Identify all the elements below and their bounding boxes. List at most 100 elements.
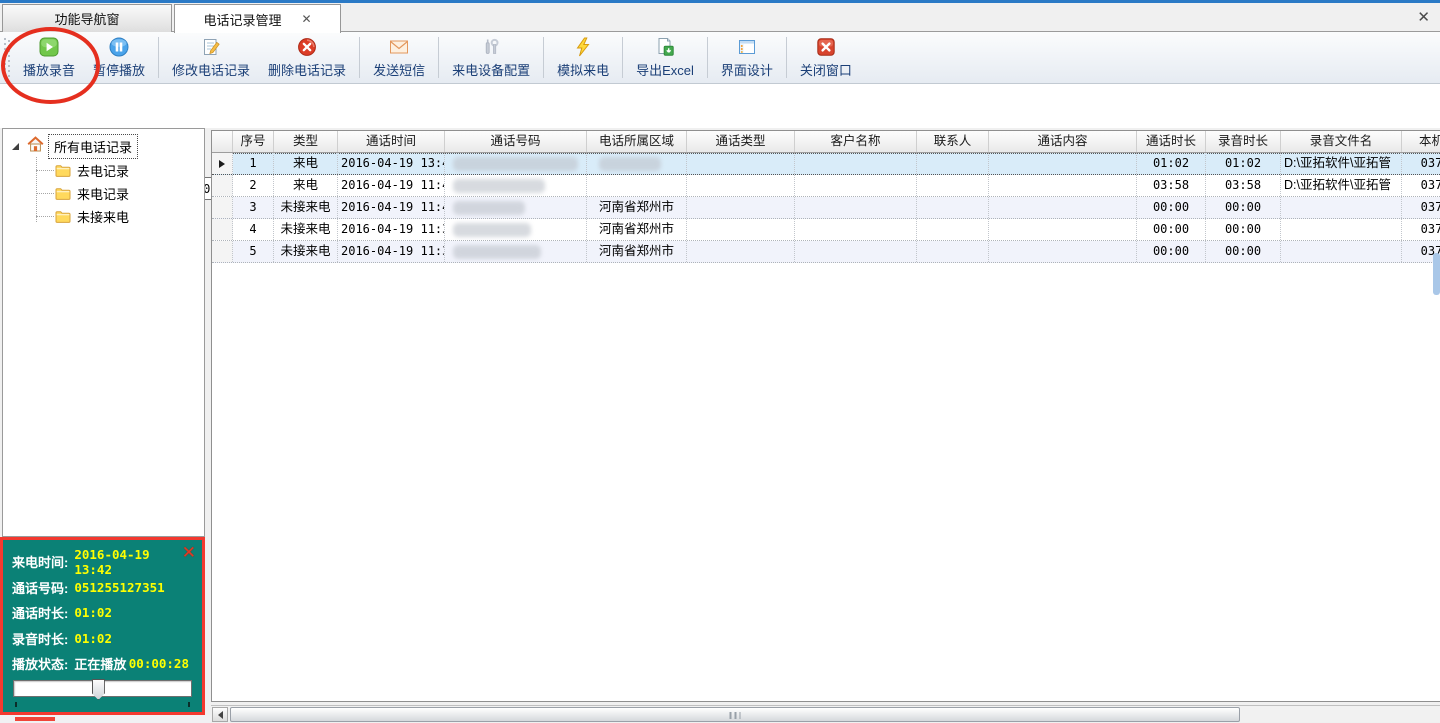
column-header[interactable]: 客户名称: [795, 131, 917, 152]
column-header[interactable]: 类型: [274, 131, 338, 152]
column-header[interactable]: 通话时间: [338, 131, 445, 152]
table-row[interactable]: 3未接来电2016-04-19 11:41河南省郑州市00:0000:00037: [212, 197, 1440, 219]
toolbar-button-play[interactable]: 播放录音: [14, 32, 84, 83]
toolbar-button-sms[interactable]: 发送短信: [364, 32, 434, 83]
folder-icon: [55, 164, 71, 178]
cell-text: D:\亚拓软件\亚拓管: [1284, 178, 1391, 192]
column-header[interactable]: 通话内容: [989, 131, 1137, 152]
row-marker: [212, 175, 233, 196]
cell-text: 3: [249, 200, 256, 214]
toolbar-button-closewin[interactable]: 关闭窗口: [791, 32, 861, 83]
table-row[interactable]: 4未接来电2016-04-19 11:38河南省郑州市00:0000:00037: [212, 219, 1440, 241]
tree-guide-line: [36, 170, 54, 171]
toolbar-button-label: 模拟来电: [557, 60, 609, 79]
cell-text: 03:58: [1225, 178, 1261, 192]
cell-region: [587, 175, 687, 196]
toolbar-button-config[interactable]: 来电设备配置: [443, 32, 539, 83]
close-icon[interactable]: ✕: [1417, 8, 1430, 26]
player-label: 通话号码:: [12, 578, 68, 597]
scrollbar-grip-icon: [730, 712, 741, 719]
tree-item-1[interactable]: 去电记录: [3, 159, 204, 182]
horizontal-scrollbar-thumb[interactable]: [230, 707, 1240, 722]
cell-customer: [795, 197, 917, 218]
table-row[interactable]: 1来电2016-04-19 13:4201:0201:02D:\亚拓软件\亚拓管…: [212, 153, 1440, 175]
cell-local: 037: [1402, 153, 1440, 174]
cell-calltype: [687, 197, 795, 218]
column-header[interactable]: 录音文件名: [1281, 131, 1402, 152]
cell-content: [989, 241, 1137, 262]
playback-panel: ✕ 来电时间:2016-04-19 13:42通话号码:051255127351…: [3, 540, 202, 712]
cell-time: 2016-04-19 11:38: [338, 241, 445, 262]
cell-text: 来电: [293, 178, 318, 192]
toolbar-button-lightning[interactable]: 模拟来电: [548, 32, 618, 83]
cell-time: 2016-04-19 11:41: [338, 197, 445, 218]
table-row[interactable]: 2来电2016-04-19 11:4303:5803:58D:\亚拓软件\亚拓管…: [212, 175, 1440, 197]
cell-text: 2: [249, 178, 256, 192]
toolbar-button-pause[interactable]: 暂停播放: [84, 32, 154, 83]
tab-function-nav[interactable]: 功能导航窗: [2, 4, 172, 32]
column-header[interactable]: 通话时长: [1137, 131, 1206, 152]
column-header[interactable]: 通话号码: [445, 131, 587, 152]
toolbar-button-label: 发送短信: [373, 60, 425, 79]
cell-local: 037: [1402, 197, 1440, 218]
tree-expander-icon[interactable]: [12, 143, 19, 150]
column-header[interactable]: 序号: [233, 131, 274, 152]
toolbar-button-label: 导出Excel: [636, 60, 694, 79]
player-value: 01:02: [74, 605, 112, 620]
cell-type: 未接来电: [274, 219, 338, 240]
playback-progress-slider[interactable]: [13, 680, 192, 697]
cell-local: 037: [1402, 219, 1440, 240]
table-row[interactable]: 5未接来电2016-04-19 11:38河南省郑州市00:0000:00037: [212, 241, 1440, 263]
cell-dur: 00:00: [1137, 241, 1206, 262]
tree-item-all-records[interactable]: 所有电话记录: [3, 134, 138, 158]
tree-children: 去电记录来电记录未接来电: [3, 159, 204, 228]
cell-contact: [917, 153, 989, 174]
cell-no: 5: [233, 241, 274, 262]
cell-time: 2016-04-19 13:42: [338, 153, 445, 174]
cell-contact: [917, 175, 989, 196]
cell-text: 01:02: [1153, 156, 1189, 170]
player-status-label: 播放状态:: [12, 654, 68, 673]
cell-text: 2016-04-19 11:41: [341, 200, 445, 214]
column-header[interactable]: 通话类型: [687, 131, 795, 152]
scroll-left-arrow[interactable]: [212, 707, 228, 722]
cell-file: [1281, 241, 1402, 262]
tree-item-2[interactable]: 来电记录: [3, 182, 204, 205]
toolbar-button-label: 关闭窗口: [800, 60, 852, 79]
cell-text: 00:00: [1153, 244, 1189, 258]
cell-recdur: 03:58: [1206, 175, 1281, 196]
toolbar-button-edit[interactable]: 修改电话记录: [163, 32, 259, 83]
player-close-icon[interactable]: ✕: [182, 543, 196, 563]
toolbar-button-design[interactable]: 界面设计: [712, 32, 782, 83]
vertical-scrollbar-thumb[interactable]: [1433, 253, 1440, 295]
pause-icon: [109, 37, 129, 57]
toolbar-button-excel[interactable]: 导出Excel: [627, 32, 703, 83]
grid-body: 1来电2016-04-19 13:4201:0201:02D:\亚拓软件\亚拓管…: [212, 153, 1440, 263]
cell-recdur: 00:00: [1206, 219, 1281, 240]
toolbar-separator: [158, 37, 159, 78]
tab-call-records[interactable]: 电话记录管理 ✕: [174, 4, 341, 33]
column-header[interactable]: 电话所属区域: [587, 131, 687, 152]
player-elapsed-time: 00:00:28: [129, 656, 189, 671]
redacted-number: [453, 223, 531, 237]
player-info: 来电时间:2016-04-19 13:42通话号码:051255127351通话…: [12, 549, 193, 651]
toolbar-button-label: 删除电话记录: [268, 60, 346, 79]
redacted-number: [453, 157, 578, 171]
slider-thumb[interactable]: [92, 679, 105, 700]
player-info-row: 录音时长:01:02: [12, 626, 193, 652]
edit-icon: [201, 37, 221, 57]
cell-text: 河南省郑州市: [599, 244, 674, 258]
toolbar-button-label: 来电设备配置: [452, 60, 530, 79]
column-header[interactable]: 录音时长: [1206, 131, 1281, 152]
redacted-number: [453, 245, 541, 259]
column-header[interactable]: 联系人: [917, 131, 989, 152]
tab-close-icon[interactable]: ✕: [301, 13, 311, 25]
toolbar-button-delete[interactable]: 删除电话记录: [259, 32, 355, 83]
column-header[interactable]: 本机: [1402, 131, 1440, 152]
tree-item-3[interactable]: 未接来电: [3, 205, 204, 228]
cell-type: 来电: [274, 175, 338, 196]
cell-number: [445, 197, 587, 218]
cell-file: [1281, 219, 1402, 240]
cell-contact: [917, 197, 989, 218]
toolbar-grip[interactable]: [4, 38, 10, 78]
